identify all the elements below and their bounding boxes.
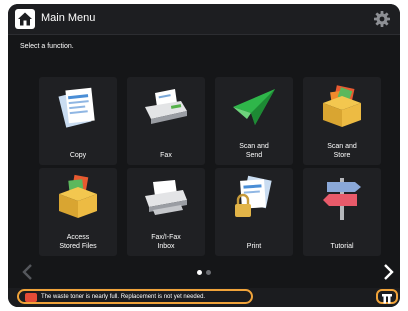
status-monitor-icon [382, 294, 392, 304]
tile-label-access-stored-files: Access Stored Files [59, 234, 97, 250]
fax-tile[interactable]: Fax [127, 77, 205, 165]
stored-files-box-icon [59, 174, 97, 218]
status-message-text: The waste toner is nearly full. Replacem… [41, 294, 206, 300]
tile-label-fax: Fax [160, 152, 172, 159]
tile-label-fax-ifax-inbox: Fax/I-Fax Inbox [151, 234, 181, 250]
tutorial-tile[interactable]: Tutorial [303, 168, 381, 256]
inbox-tray-icon [145, 180, 187, 215]
tile-label-copy: Copy [69, 152, 87, 159]
print-tile[interactable]: Print [215, 168, 293, 256]
signpost-icon [323, 178, 361, 220]
secure-print-icon [235, 175, 272, 217]
home-icon [18, 12, 32, 26]
tile-label-scan-and-store: Scan and Store [327, 143, 357, 159]
previous-page-button[interactable] [20, 263, 36, 281]
scan-and-send-tile[interactable]: Scan and Send [215, 77, 293, 165]
home-button[interactable] [15, 9, 35, 29]
gear-icon [374, 11, 390, 27]
fax-ifax-inbox-tile[interactable]: Fax/I-Fax Inbox [127, 168, 205, 256]
paper-plane-icon [233, 89, 275, 125]
copy-tile[interactable]: Copy [39, 77, 117, 165]
copy-icon [58, 87, 95, 128]
page-indicator-inactive [206, 270, 211, 275]
toner-warning-icon [25, 293, 37, 302]
tile-label-scan-and-send: Scan and Send [239, 143, 269, 159]
chevron-left-icon [22, 264, 32, 280]
status-monitor-button[interactable] [376, 289, 398, 304]
chevron-right-icon [384, 264, 394, 280]
header-bar: Main Menu [8, 4, 400, 35]
status-message[interactable]: The waste toner is nearly full. Replacem… [17, 289, 253, 304]
instruction-text: Select a function. [20, 43, 74, 50]
scan-and-store-tile[interactable]: Scan and Store [303, 77, 381, 165]
access-stored-files-tile[interactable]: Access Stored Files [39, 168, 117, 256]
next-page-button[interactable] [380, 263, 396, 281]
storage-box-icon [323, 85, 361, 127]
page-title: Main Menu [41, 12, 96, 24]
settings-button[interactable] [372, 9, 392, 29]
fax-icon [145, 89, 187, 124]
page-indicator-active [197, 270, 202, 275]
tile-label-tutorial: Tutorial [330, 243, 354, 250]
main-menu-screen: Main Menu Select a function. Copy Fax Sc… [8, 4, 400, 307]
tile-label-print: Print [246, 243, 262, 250]
